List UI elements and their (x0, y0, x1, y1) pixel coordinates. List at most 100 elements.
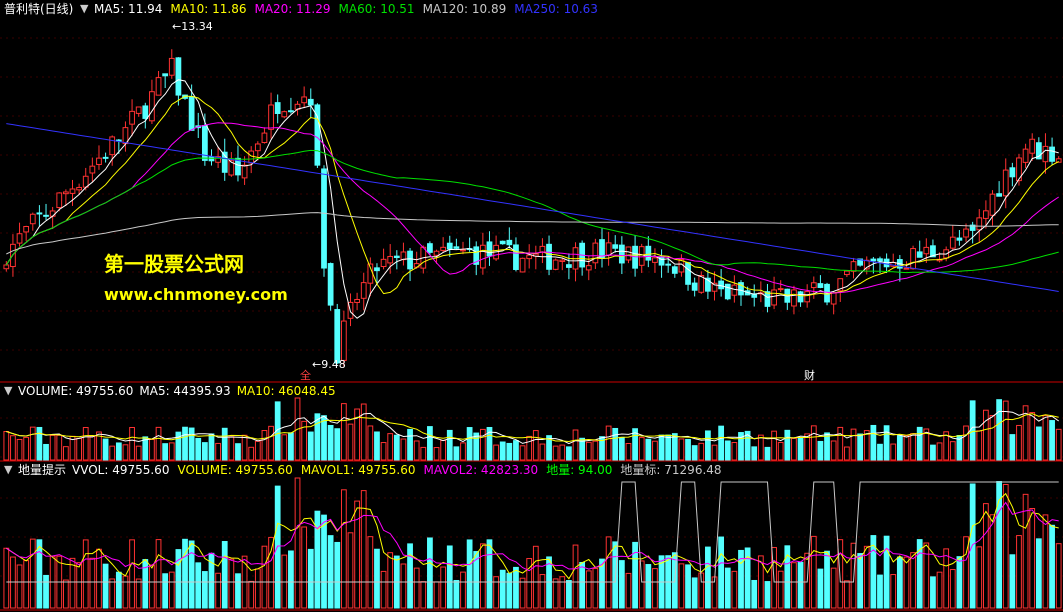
indicator-bar (705, 546, 711, 609)
volume-bar (23, 436, 30, 461)
volume-bar (910, 433, 916, 461)
indicator-bar (354, 500, 360, 609)
indicator-bar (10, 556, 16, 609)
candle-body (1042, 145, 1049, 163)
volume-bar (532, 430, 539, 461)
ma-legend: MA5: 11.94 MA10: 11.86 MA20: 11.29 MA60: 10… (94, 2, 606, 16)
candle-body (817, 283, 824, 288)
chevron-down-icon[interactable]: ▼ (80, 2, 88, 16)
candle-body (62, 191, 69, 195)
candle-body (559, 259, 566, 262)
indicator-bar (989, 514, 996, 609)
event-marker[interactable]: 全 (300, 369, 311, 383)
candle-body (976, 217, 983, 231)
candle-body (49, 210, 56, 217)
volume-bar (235, 443, 241, 461)
indicator-bar (440, 566, 447, 609)
volume-bar (724, 440, 731, 461)
indicator-bar (268, 536, 274, 609)
volume-bar (149, 438, 155, 461)
volume-bar (731, 442, 738, 461)
indicator-bar (466, 539, 473, 609)
volume-bar (188, 427, 195, 461)
volume-bar (135, 445, 142, 461)
indicator-bar (678, 563, 685, 609)
indicator-bar (506, 572, 513, 609)
legend-item: 地量: 94.00 (546, 463, 613, 477)
candle-body (76, 186, 82, 191)
legend-item: 地量标: 71296.48 (620, 463, 722, 477)
volume-bar (751, 446, 758, 461)
volume-bar (698, 442, 705, 461)
indicator-bar (896, 556, 903, 609)
finance-marker[interactable]: 财 (804, 369, 815, 383)
stock-title: 普利特(日线) (4, 2, 74, 16)
chevron-down-icon[interactable]: ▼ (4, 463, 12, 477)
volume-bar (777, 441, 784, 461)
candle-body (142, 105, 149, 119)
indicator-bar (936, 571, 943, 609)
indicator-bar (162, 573, 169, 609)
candle-body (96, 157, 102, 165)
candle-body (334, 309, 341, 364)
high-price-label: ←13.34 (172, 20, 213, 33)
volume-bar (989, 415, 996, 461)
watermark-url: www.chnmoney.com (104, 285, 288, 304)
candle-body (910, 248, 916, 270)
indicator-bar (817, 568, 824, 609)
volume-bar (817, 440, 824, 461)
volume-bar (76, 437, 82, 461)
indicator-bar (407, 543, 413, 609)
legend-item: MA60: 10.51 (338, 2, 415, 16)
indicator-bar (903, 556, 910, 609)
volume-bar (168, 442, 175, 461)
candle-body (261, 132, 268, 144)
volume-bar (963, 425, 969, 461)
indicator-bar (288, 550, 294, 609)
legend-item: MAVOL2: 42823.30 (423, 463, 539, 477)
candle-body (288, 110, 294, 113)
candle-body (89, 165, 96, 174)
volume-bar (36, 426, 43, 461)
chevron-down-icon[interactable]: ▼ (4, 384, 12, 398)
volume-bar (327, 424, 334, 461)
candle-body (777, 288, 784, 291)
volume-bar (453, 446, 460, 461)
volume-bar (592, 440, 599, 461)
volume-bar (102, 438, 109, 461)
indicator-bar (155, 539, 162, 609)
volume-bar (612, 427, 619, 461)
legend-item: MA10: 46048.45 (236, 384, 336, 398)
volume-bar (1049, 420, 1055, 461)
volume-bar (109, 445, 116, 461)
candle-body (360, 282, 367, 299)
indicator-bar (340, 489, 347, 609)
volume-bar (797, 437, 804, 461)
candle-body (446, 242, 453, 250)
candle-body (830, 292, 837, 305)
stock-chart[interactable] (0, 0, 1063, 612)
candle-body (354, 298, 360, 303)
volume-bar (685, 438, 691, 461)
volume-bar (930, 444, 936, 461)
volume-bar (652, 440, 658, 461)
volume-bar (1016, 424, 1022, 461)
indicator-bar (830, 567, 837, 609)
volume-bar (585, 441, 592, 461)
indicator-bar (751, 579, 758, 609)
indicator-bar (890, 574, 897, 609)
candle-body (923, 246, 930, 255)
indicator-bar (1009, 554, 1016, 609)
volume-bar (837, 426, 844, 461)
volume-bar (334, 428, 341, 461)
candle-body (155, 77, 162, 96)
indicator-bar (195, 562, 202, 609)
indicator-bar (499, 569, 506, 609)
indicator-bar (493, 576, 499, 609)
indicator-bar (1049, 524, 1055, 609)
candle-body (453, 246, 460, 249)
candle-body (996, 193, 1003, 197)
volume-bar (400, 438, 407, 461)
indicator-bar (566, 580, 572, 609)
volume-bar (658, 434, 665, 461)
